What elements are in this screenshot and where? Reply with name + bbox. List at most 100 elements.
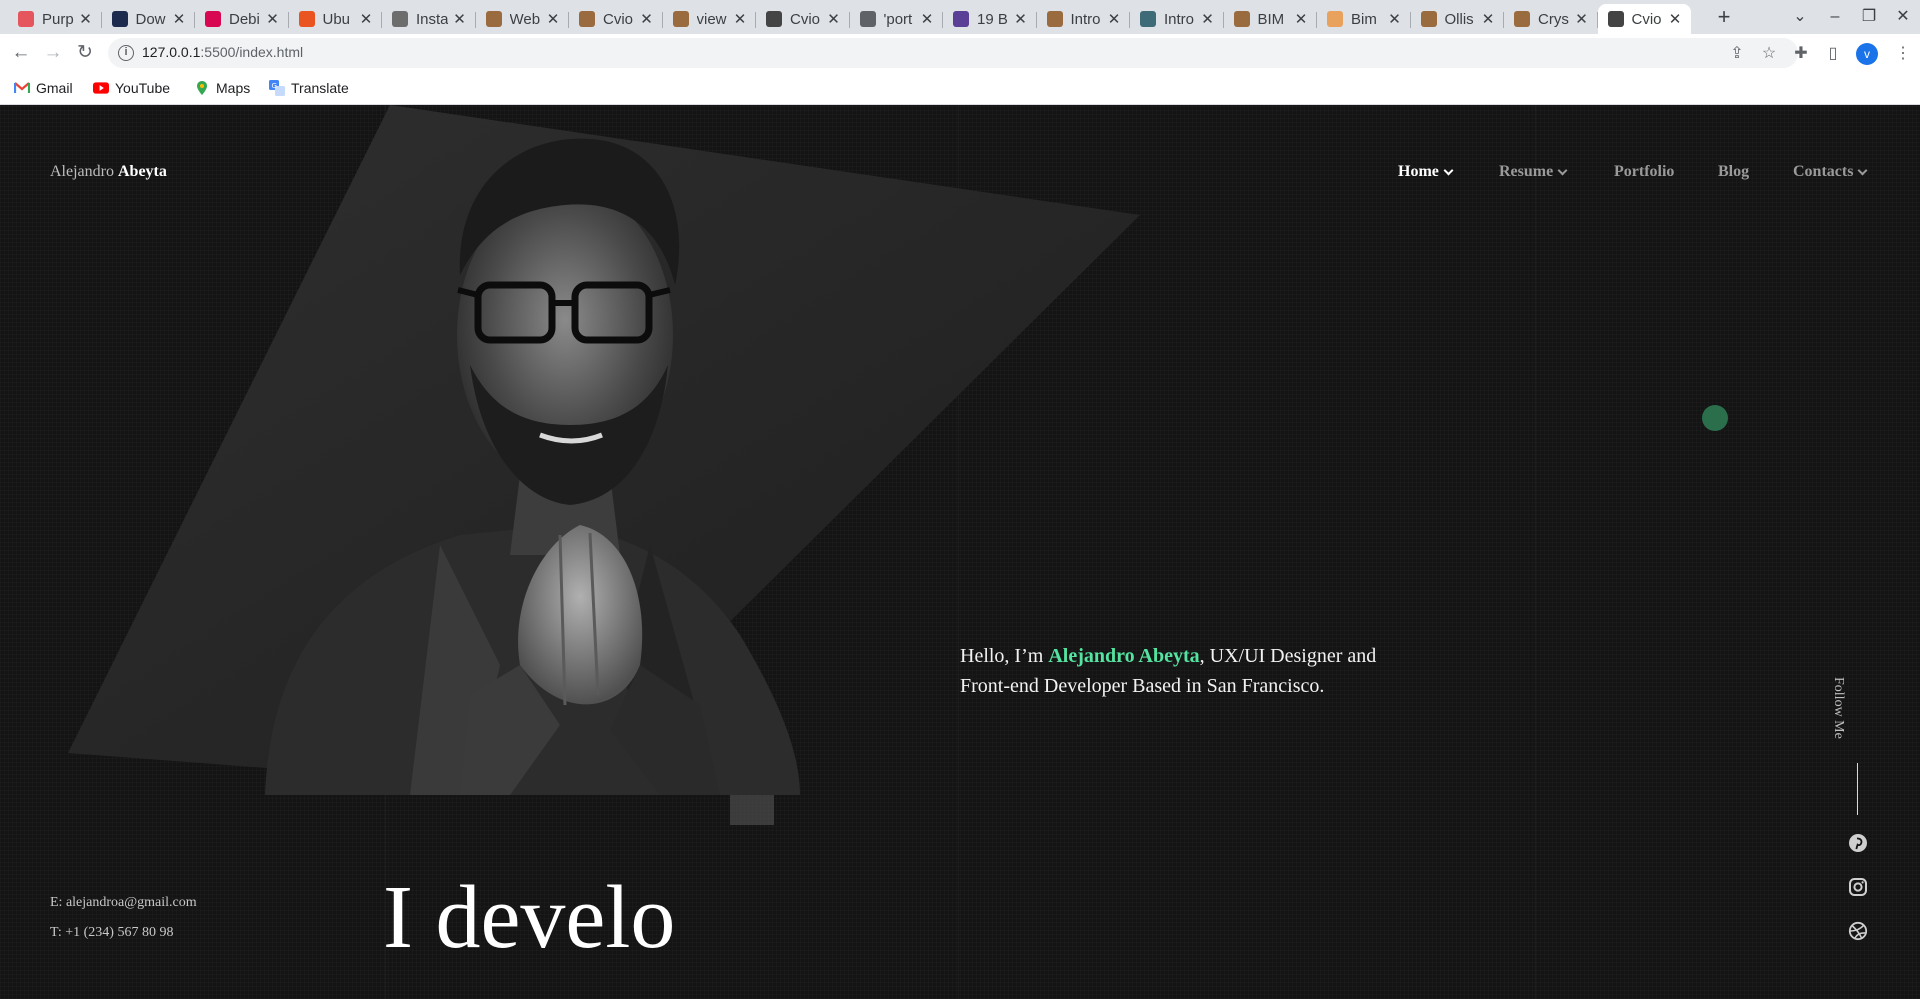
tab-strip: Purp ✕ Dow ✕ Debi ✕ Ubu ✕ Insta ✕ Web ✕ Cvio ✕ view ✕ Cv…: [0, 0, 1920, 34]
close-tab-icon[interactable]: ✕: [358, 10, 374, 28]
browser-tab[interactable]: 'port ✕: [850, 4, 943, 34]
tab-title: Purp: [42, 10, 74, 28]
browser-tab[interactable]: Intro ✕: [1037, 4, 1130, 34]
browser-tab[interactable]: Debi ✕: [195, 4, 289, 34]
browser-tab[interactable]: Cvio ✕: [756, 4, 850, 34]
close-tab-icon[interactable]: ✕: [732, 10, 748, 28]
browser-tab[interactable]: Purp ✕: [8, 4, 102, 34]
close-tab-icon[interactable]: ✕: [452, 10, 468, 28]
close-tab-icon[interactable]: ✕: [1480, 10, 1496, 28]
pinterest-icon[interactable]: [1848, 833, 1868, 853]
reload-icon[interactable]: ↻: [72, 41, 98, 65]
nav-resume[interactable]: Resume: [1499, 163, 1568, 181]
close-window-icon[interactable]: ✕: [1886, 5, 1920, 29]
browser-tab[interactable]: Ubu ✕: [289, 4, 382, 34]
translate-icon: G: [269, 80, 285, 96]
close-tab-icon[interactable]: ✕: [1387, 10, 1403, 28]
gmail-icon: [14, 80, 30, 96]
bookmark-maps[interactable]: Maps: [194, 78, 250, 98]
contact-email[interactable]: E: alejandroa@gmail.com: [50, 895, 197, 911]
new-tab-button[interactable]: +: [1710, 6, 1738, 30]
tab-title: Intro: [1070, 10, 1101, 28]
browser-tab[interactable]: Bim ✕: [1317, 4, 1411, 34]
doc-icon: [672, 11, 689, 27]
contact-phone[interactable]: T: +1 (234) 567 80 98: [50, 925, 173, 941]
close-tab-icon[interactable]: ✕: [171, 10, 187, 28]
close-tab-icon[interactable]: ✕: [545, 10, 561, 28]
close-tab-icon[interactable]: ✕: [1200, 10, 1216, 28]
phone-icon: [1140, 11, 1156, 27]
browser-tab[interactable]: Cvio ✕: [569, 4, 663, 34]
svg-text:G: G: [272, 82, 277, 90]
profile-avatar[interactable]: v: [1856, 43, 1878, 65]
dribbble-icon[interactable]: [1848, 921, 1868, 941]
share-icon[interactable]: ⇪: [1728, 45, 1746, 63]
close-tab-icon[interactable]: ✕: [1106, 10, 1122, 28]
instagram-icon[interactable]: [1848, 877, 1868, 897]
browser-tab[interactable]: BIM ✕: [1224, 4, 1317, 34]
nav-portfolio[interactable]: Portfolio: [1614, 163, 1674, 181]
close-tab-icon[interactable]: ✕: [78, 10, 94, 28]
url-text[interactable]: 127.0.0.1:5500/index.html: [142, 44, 303, 60]
forward-icon[interactable]: →: [40, 41, 66, 65]
tab-title: Insta: [416, 10, 448, 28]
grid-icon: [1607, 11, 1624, 27]
nav-contacts[interactable]: Contacts: [1793, 163, 1868, 181]
bookmark-star-icon[interactable]: ☆: [1760, 45, 1778, 63]
follow-me-label: Follow Me: [1831, 677, 1846, 739]
portrait-photo: [68, 105, 1140, 825]
tab-title: view: [696, 10, 727, 28]
browser-tab[interactable]: Web ✕: [476, 4, 569, 34]
browser-tab[interactable]: Crys ✕: [1504, 4, 1598, 34]
chevron-down-icon: [1443, 165, 1454, 175]
tab-title: Debi: [229, 10, 260, 28]
tab-search-icon[interactable]: ⌄: [1783, 5, 1817, 29]
site-info-icon[interactable]: i: [118, 45, 134, 61]
typed-heading: I develo: [383, 868, 676, 967]
restore-icon[interactable]: ❐: [1852, 5, 1886, 29]
tab-title: Web: [509, 10, 541, 28]
browser-tab[interactable]: Cvio ✕: [1597, 4, 1691, 34]
circle-icon: [1327, 11, 1343, 27]
menu-kebab-icon[interactable]: ⋮: [1892, 43, 1914, 65]
extensions-icon[interactable]: ✚: [1790, 43, 1812, 65]
tab-title: BIM: [1257, 10, 1285, 28]
browser-tab[interactable]: Insta ✕: [382, 4, 476, 34]
chevron-down-icon: [1557, 165, 1568, 175]
close-tab-icon[interactable]: ✕: [919, 10, 935, 28]
close-tab-icon[interactable]: ✕: [1667, 10, 1683, 28]
youtube-icon: [93, 80, 109, 96]
minimize-icon[interactable]: –: [1818, 5, 1852, 29]
nav-blog[interactable]: Blog: [1718, 163, 1749, 181]
tab-title: Cvio: [790, 10, 821, 28]
close-tab-icon[interactable]: ✕: [826, 10, 842, 28]
browser-tab[interactable]: view ✕: [663, 4, 756, 34]
cursor-follower-dot: [1702, 405, 1728, 431]
bookmark-youtube[interactable]: YouTube: [93, 78, 170, 98]
h-icon: [111, 11, 128, 27]
tab-title: 'port: [883, 10, 913, 28]
address-bar[interactable]: i 127.0.0.1:5500/index.html ⇪ ☆: [108, 38, 1798, 68]
close-tab-icon[interactable]: ✕: [639, 10, 655, 28]
browser-tab[interactable]: 19 B ✕: [943, 4, 1037, 34]
doc-icon: [579, 11, 595, 27]
grid-line: [1535, 105, 1536, 999]
doc-icon: [1233, 11, 1250, 27]
bookmark-gmail[interactable]: Gmail: [14, 78, 73, 98]
site-logo[interactable]: Alejandro Abeyta: [50, 163, 167, 181]
close-tab-icon[interactable]: ✕: [1293, 10, 1309, 28]
close-tab-icon[interactable]: ✕: [265, 10, 281, 28]
portfolio-page: Alejandro Abeyta Home Resume Portfolio B…: [0, 105, 1920, 999]
side-panel-icon[interactable]: ▯: [1822, 43, 1844, 65]
browser-tab[interactable]: Intro ✕: [1130, 4, 1224, 34]
ubuntu-icon: [298, 11, 315, 27]
nav-home[interactable]: Home: [1398, 163, 1454, 181]
browser-tab[interactable]: Dow ✕: [102, 4, 195, 34]
bookmark-translate[interactable]: G Translate: [269, 78, 349, 98]
tab-title: Dow: [135, 10, 166, 28]
maps-icon: [194, 80, 210, 96]
back-icon[interactable]: ←: [8, 41, 34, 65]
browser-tab[interactable]: Ollis ✕: [1411, 4, 1504, 34]
close-tab-icon[interactable]: ✕: [1013, 10, 1029, 28]
close-tab-icon[interactable]: ✕: [1574, 10, 1590, 28]
